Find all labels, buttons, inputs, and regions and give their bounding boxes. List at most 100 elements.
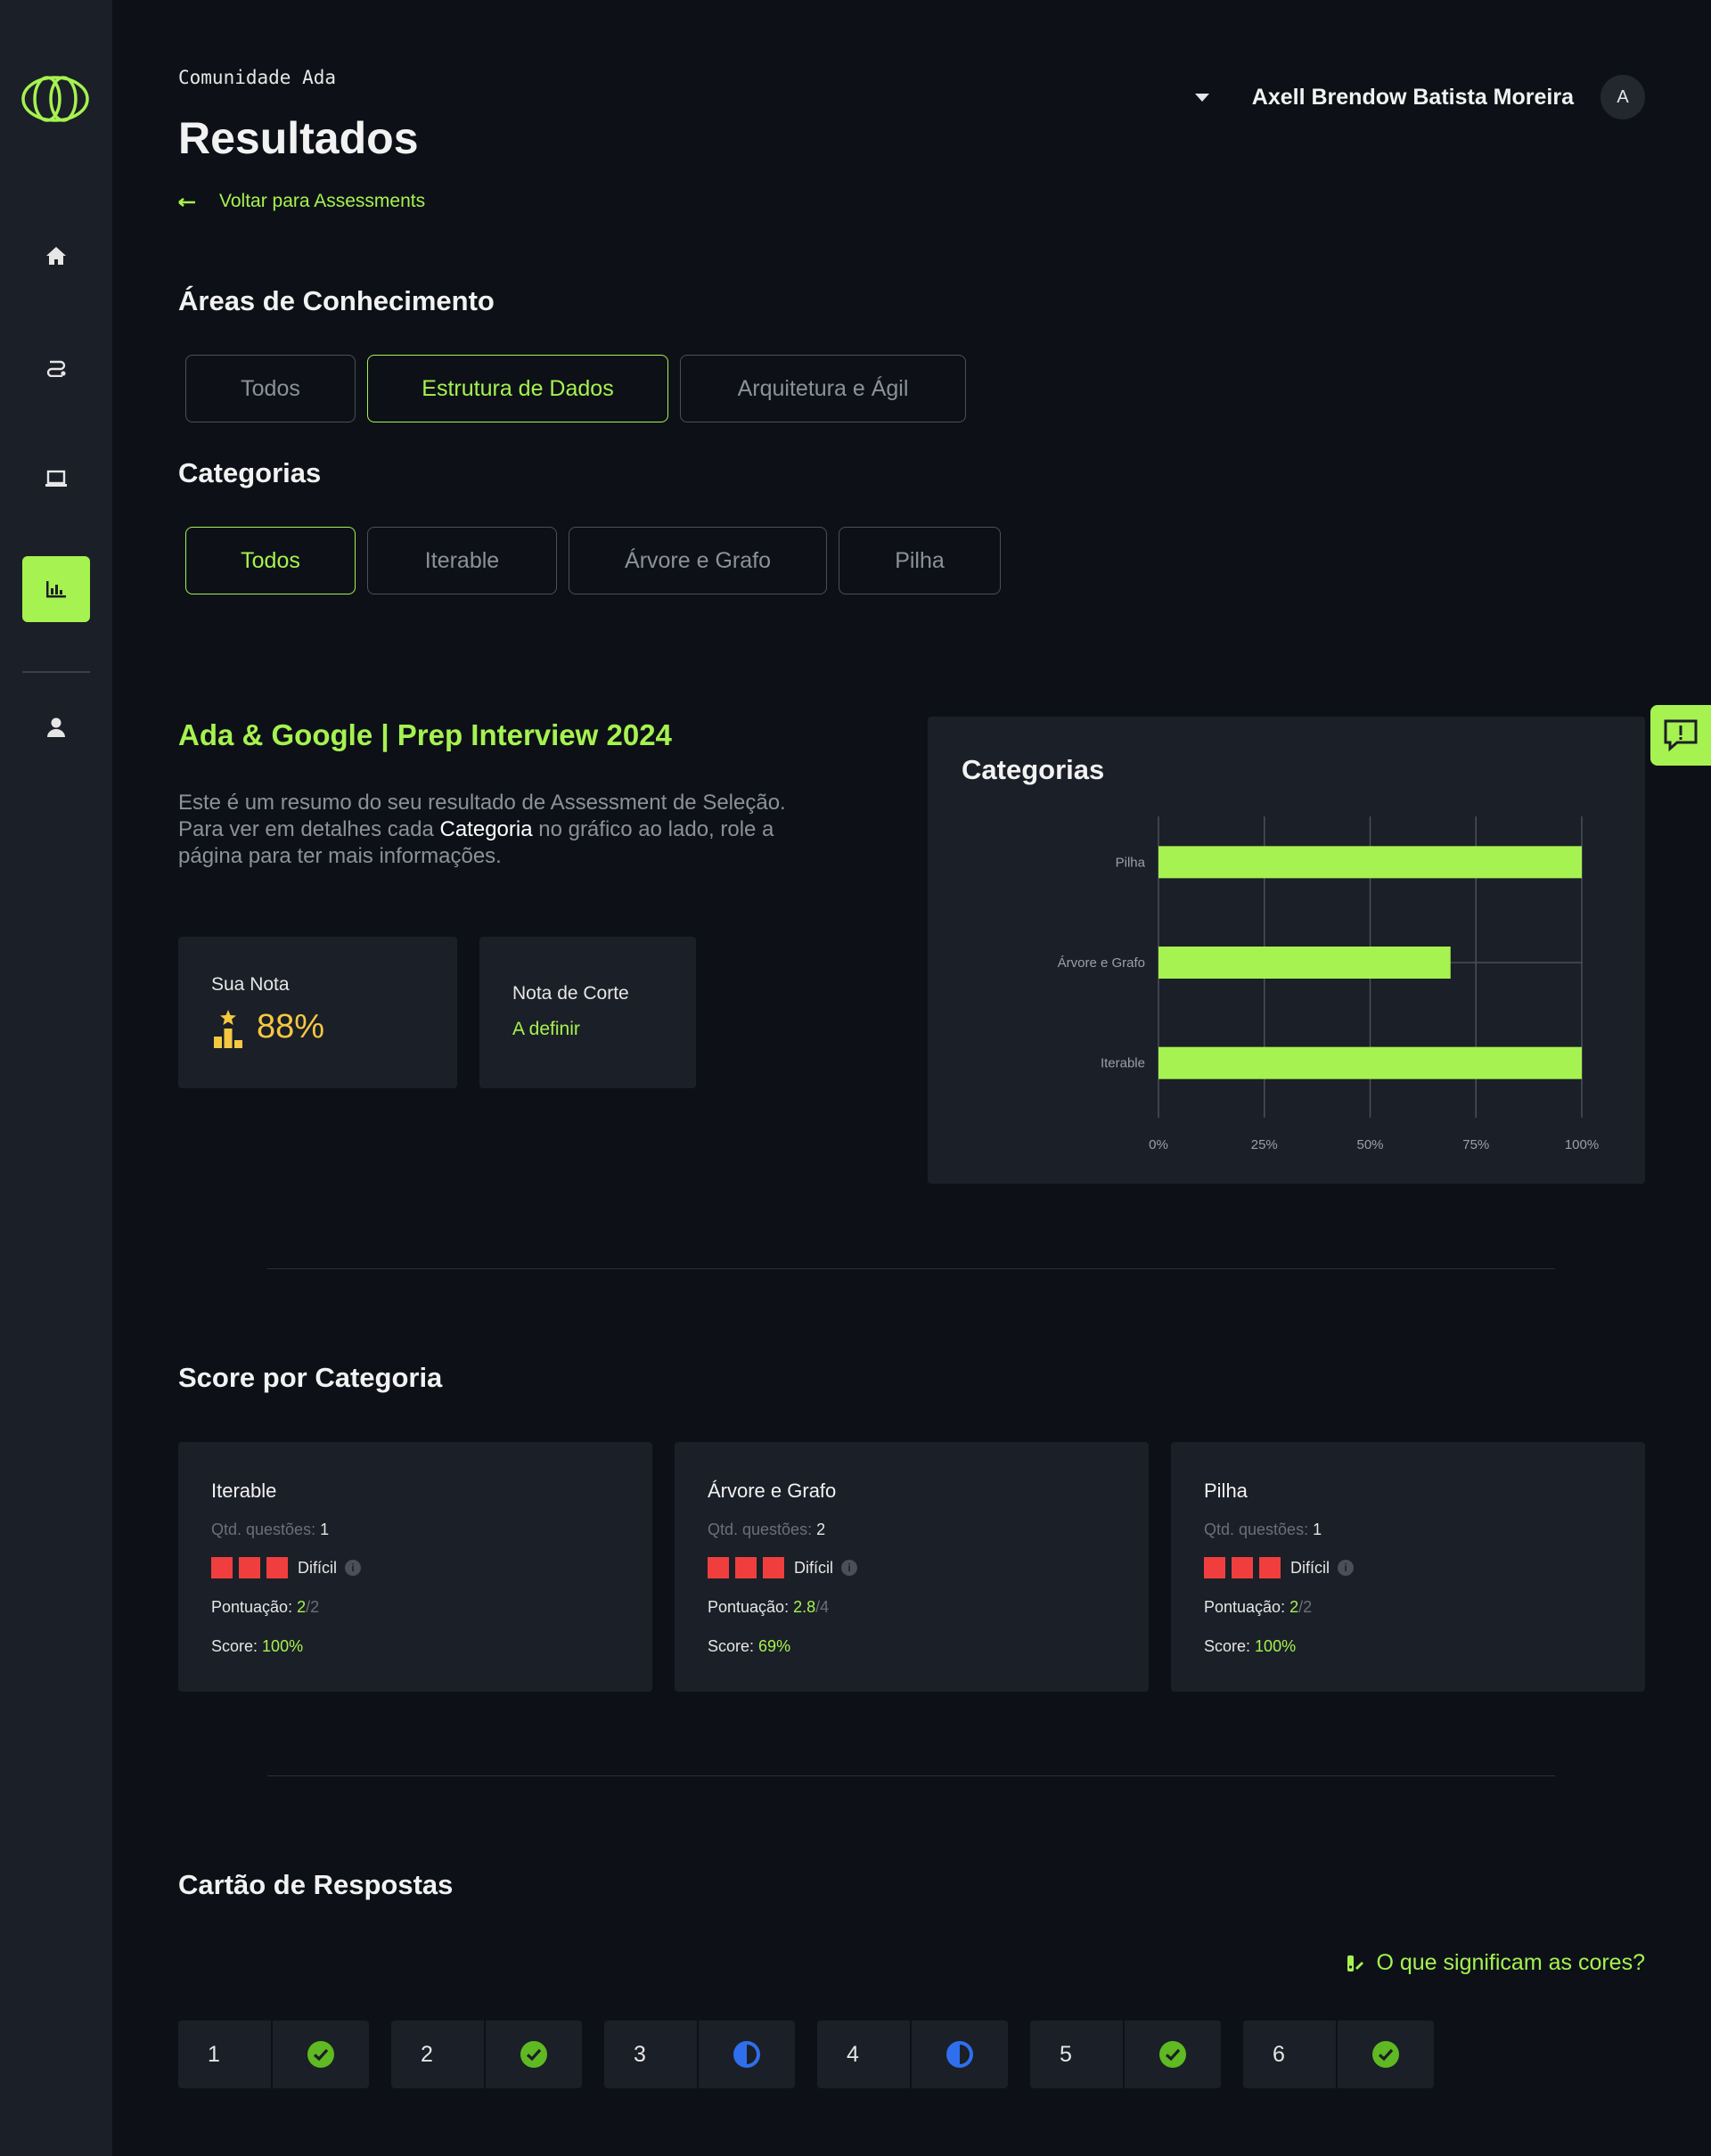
- points-label: Pontuação:: [708, 1598, 790, 1616]
- chevron-down-icon[interactable]: [1194, 93, 1209, 102]
- section-divider: [267, 1268, 1555, 1269]
- y-tick-label: Pilha: [1116, 855, 1146, 870]
- area-chip-todos[interactable]: Todos: [185, 355, 356, 422]
- feedback-button[interactable]: [1650, 705, 1711, 766]
- areas-heading: Áreas de Conhecimento: [178, 285, 495, 316]
- answer-number: 5: [1030, 2021, 1125, 2088]
- section-divider: [267, 1775, 1555, 1776]
- x-tick-label: 50%: [1356, 1137, 1383, 1152]
- score-heading: Score por Categoria: [178, 1362, 443, 1393]
- x-tick-label: 75%: [1462, 1137, 1489, 1152]
- home-icon: [46, 247, 66, 265]
- page-title: Resultados: [178, 113, 419, 163]
- back-to-assessments-link[interactable]: Voltar para Assessments: [178, 191, 425, 212]
- areas-filter: Todos Estrutura de Dados Arquitetura e Á…: [185, 355, 966, 422]
- your-grade-value: 88%: [257, 1008, 325, 1045]
- difficulty-square: [735, 1557, 757, 1578]
- difficulty-square: [708, 1557, 729, 1578]
- ada-logo-icon[interactable]: [20, 75, 90, 123]
- podium-star-icon: [214, 1010, 242, 1048]
- sidebar-item-trail[interactable]: [22, 334, 90, 400]
- sidebar-item-profile[interactable]: [22, 694, 90, 760]
- category-chip-iterable[interactable]: Iterable: [367, 527, 557, 594]
- area-chip-arquitetura-e-agil[interactable]: Arquitetura e Ágil: [680, 355, 966, 422]
- answer-status: [1338, 2021, 1434, 2088]
- x-tick-label: 0%: [1149, 1137, 1168, 1152]
- bar-chart-icon: [46, 581, 66, 598]
- score-row: Score: 100%: [1204, 1637, 1296, 1656]
- area-chip-estrutura-de-dados[interactable]: Estrutura de Dados: [367, 355, 668, 422]
- answer-number: 6: [1243, 2021, 1338, 2088]
- answer-item[interactable]: 5: [1030, 2021, 1221, 2088]
- points-row: Pontuação: 2/2: [1204, 1598, 1312, 1617]
- y-tick-label: Árvore e Grafo: [1058, 955, 1145, 971]
- answer-status: [912, 2021, 1008, 2088]
- user-menu[interactable]: Axell Brendow Batista Moreira A: [1194, 75, 1645, 119]
- difficulty-square: [266, 1557, 288, 1578]
- points-value: 2: [297, 1598, 307, 1616]
- difficulty-row: Difícil i: [708, 1557, 857, 1578]
- info-icon[interactable]: i: [345, 1560, 361, 1576]
- x-tick-label: 25%: [1251, 1137, 1278, 1152]
- user-name: Axell Brendow Batista Moreira: [1251, 84, 1574, 110]
- answer-item[interactable]: 1: [178, 2021, 369, 2088]
- laptop-icon: [45, 470, 67, 487]
- sidebar-item-courses[interactable]: [22, 446, 90, 512]
- qtd-value: 1: [320, 1521, 330, 1538]
- score-value: 100%: [262, 1637, 304, 1655]
- score-card-arvore-e-grafo: Árvore e Grafo Qtd. questões: 2 Difícil i…: [675, 1442, 1149, 1692]
- score-row: Score: 100%: [211, 1637, 303, 1656]
- qtd-value: 1: [1313, 1521, 1322, 1538]
- y-tick-label: Iterable: [1101, 1056, 1145, 1071]
- sidebar-item-home[interactable]: [22, 223, 90, 289]
- half-circle-icon: [946, 2041, 973, 2068]
- answer-item[interactable]: 3: [604, 2021, 795, 2088]
- category-chip-arvore-e-grafo[interactable]: Árvore e Grafo: [569, 527, 827, 594]
- category-chip-todos[interactable]: Todos: [185, 527, 356, 594]
- qtd-value: 2: [816, 1521, 826, 1538]
- avatar[interactable]: A: [1600, 75, 1645, 119]
- points-value: 2.8: [793, 1598, 816, 1616]
- sidebar-divider: [22, 671, 90, 673]
- back-link-label: Voltar para Assessments: [219, 191, 426, 211]
- categories-heading: Categorias: [178, 457, 322, 488]
- half-circle-icon: [733, 2041, 760, 2068]
- assessment-description: Este é um resumo do seu resultado de Ass…: [178, 790, 802, 870]
- category-chip-pilha[interactable]: Pilha: [839, 527, 1001, 594]
- difficulty-row: Difícil i: [211, 1557, 361, 1578]
- bar: [1158, 846, 1582, 879]
- difficulty-square: [763, 1557, 784, 1578]
- answer-status: [486, 2021, 582, 2088]
- answer-item[interactable]: 6: [1243, 2021, 1434, 2088]
- difficulty-square: [1259, 1557, 1281, 1578]
- categories-chart-card: Categorias 0% 25% 50% 75% 100% Pilha Árvore e …: [928, 717, 1645, 1184]
- color-legend-link[interactable]: O que significam as cores?: [1346, 1950, 1645, 1976]
- palette-icon: [1347, 1955, 1364, 1972]
- sidebar-item-results[interactable]: [22, 556, 90, 622]
- score-card-name: Pilha: [1204, 1480, 1248, 1502]
- answer-item[interactable]: 2: [391, 2021, 582, 2088]
- points-value: 2: [1289, 1598, 1299, 1616]
- route-icon: [46, 360, 66, 377]
- difficulty-label: Difícil: [794, 1558, 833, 1577]
- score-card-pilha: Pilha Qtd. questões: 1 Difícil i Pontuaçã…: [1171, 1442, 1645, 1692]
- check-circle-icon: [1159, 2041, 1186, 2068]
- difficulty-square: [1204, 1557, 1225, 1578]
- info-icon[interactable]: i: [1338, 1560, 1354, 1576]
- points-row: Pontuação: 2/2: [211, 1598, 319, 1617]
- qtd-label: Qtd. questões:: [1204, 1521, 1309, 1538]
- categories-filter: Todos Iterable Árvore e Grafo Pilha: [185, 527, 1001, 594]
- qtd-label: Qtd. questões:: [708, 1521, 813, 1538]
- desc-highlight: Categoria: [439, 817, 533, 841]
- user-icon: [47, 717, 65, 737]
- check-circle-icon: [520, 2041, 547, 2068]
- cutoff-grade-value: A definir: [512, 1019, 580, 1039]
- qtd-label: Qtd. questões:: [211, 1521, 316, 1538]
- score-card-name: Árvore e Grafo: [708, 1480, 837, 1502]
- categories-bar-chart: 0% 25% 50% 75% 100% Pilha Árvore e Grafo Iterab…: [1058, 816, 1599, 1152]
- color-legend-label: O que significam as cores?: [1376, 1950, 1645, 1975]
- info-icon[interactable]: i: [841, 1560, 857, 1576]
- score-row: Score: 69%: [708, 1637, 790, 1656]
- answer-item[interactable]: 4: [817, 2021, 1008, 2088]
- arrow-left-icon: [178, 191, 196, 212]
